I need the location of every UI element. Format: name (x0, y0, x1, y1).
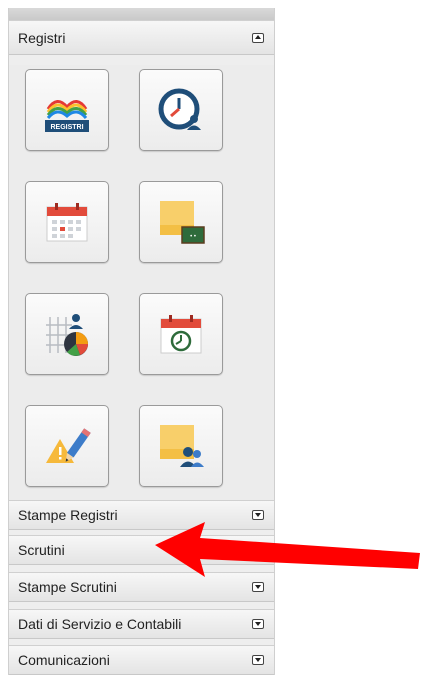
tile-colloqui[interactable] (139, 405, 223, 487)
section-comunicazioni-label: Comunicazioni (18, 652, 110, 668)
clock-user-icon (158, 88, 201, 130)
sticky-note-users-icon (160, 425, 204, 467)
registri-caption: REGISTRI (50, 124, 83, 131)
section-registri-label: Registri (18, 29, 66, 46)
tile-valutazioni[interactable] (25, 293, 109, 375)
expand-icon[interactable] (252, 545, 264, 555)
section-stampe-scrutini-label: Stampe Scrutini (18, 579, 117, 595)
tile-note[interactable]: • • (139, 181, 223, 263)
svg-text:• •: • • (190, 234, 196, 240)
tile-orario[interactable] (139, 69, 223, 151)
section-comunicazioni[interactable]: Comunicazioni (9, 645, 274, 675)
expand-icon[interactable] (252, 619, 264, 629)
section-stampe-registri-label: Stampe Registri (18, 507, 118, 523)
section-scrutini[interactable]: Scrutini (9, 535, 274, 565)
warning-pencil-icon (46, 428, 91, 463)
expand-icon[interactable] (252, 655, 264, 665)
tile-note-disciplinari[interactable] (25, 405, 109, 487)
expand-icon[interactable] (252, 510, 264, 520)
registri-tile-grid: REGISTRI • • (9, 65, 274, 500)
tile-registri[interactable]: REGISTRI (25, 69, 109, 151)
section-registri[interactable]: Registri (9, 20, 274, 55)
section-dati-servizio-label: Dati di Servizio e Contabili (18, 616, 182, 632)
calendar-icon (46, 203, 88, 242)
calendar-clock-icon (160, 315, 202, 354)
section-stampe-scrutini[interactable]: Stampe Scrutini (9, 572, 274, 602)
section-scrutini-label: Scrutini (18, 542, 65, 558)
section-dati-servizio[interactable]: Dati di Servizio e Contabili (9, 609, 274, 639)
collapse-icon[interactable] (252, 32, 264, 43)
registri-book-icon: REGISTRI (45, 100, 89, 132)
sidebar-panel: Registri REGISTRI • • Stampe Registri Sc… (8, 8, 275, 675)
sticky-note-blackboard-icon: • • (160, 201, 205, 244)
section-stampe-registri[interactable]: Stampe Registri (9, 500, 274, 530)
tile-calendario[interactable] (25, 181, 109, 263)
expand-icon[interactable] (252, 582, 264, 592)
grid-user-pie-chart-icon (46, 314, 88, 356)
tile-orario-calendario[interactable] (139, 293, 223, 375)
